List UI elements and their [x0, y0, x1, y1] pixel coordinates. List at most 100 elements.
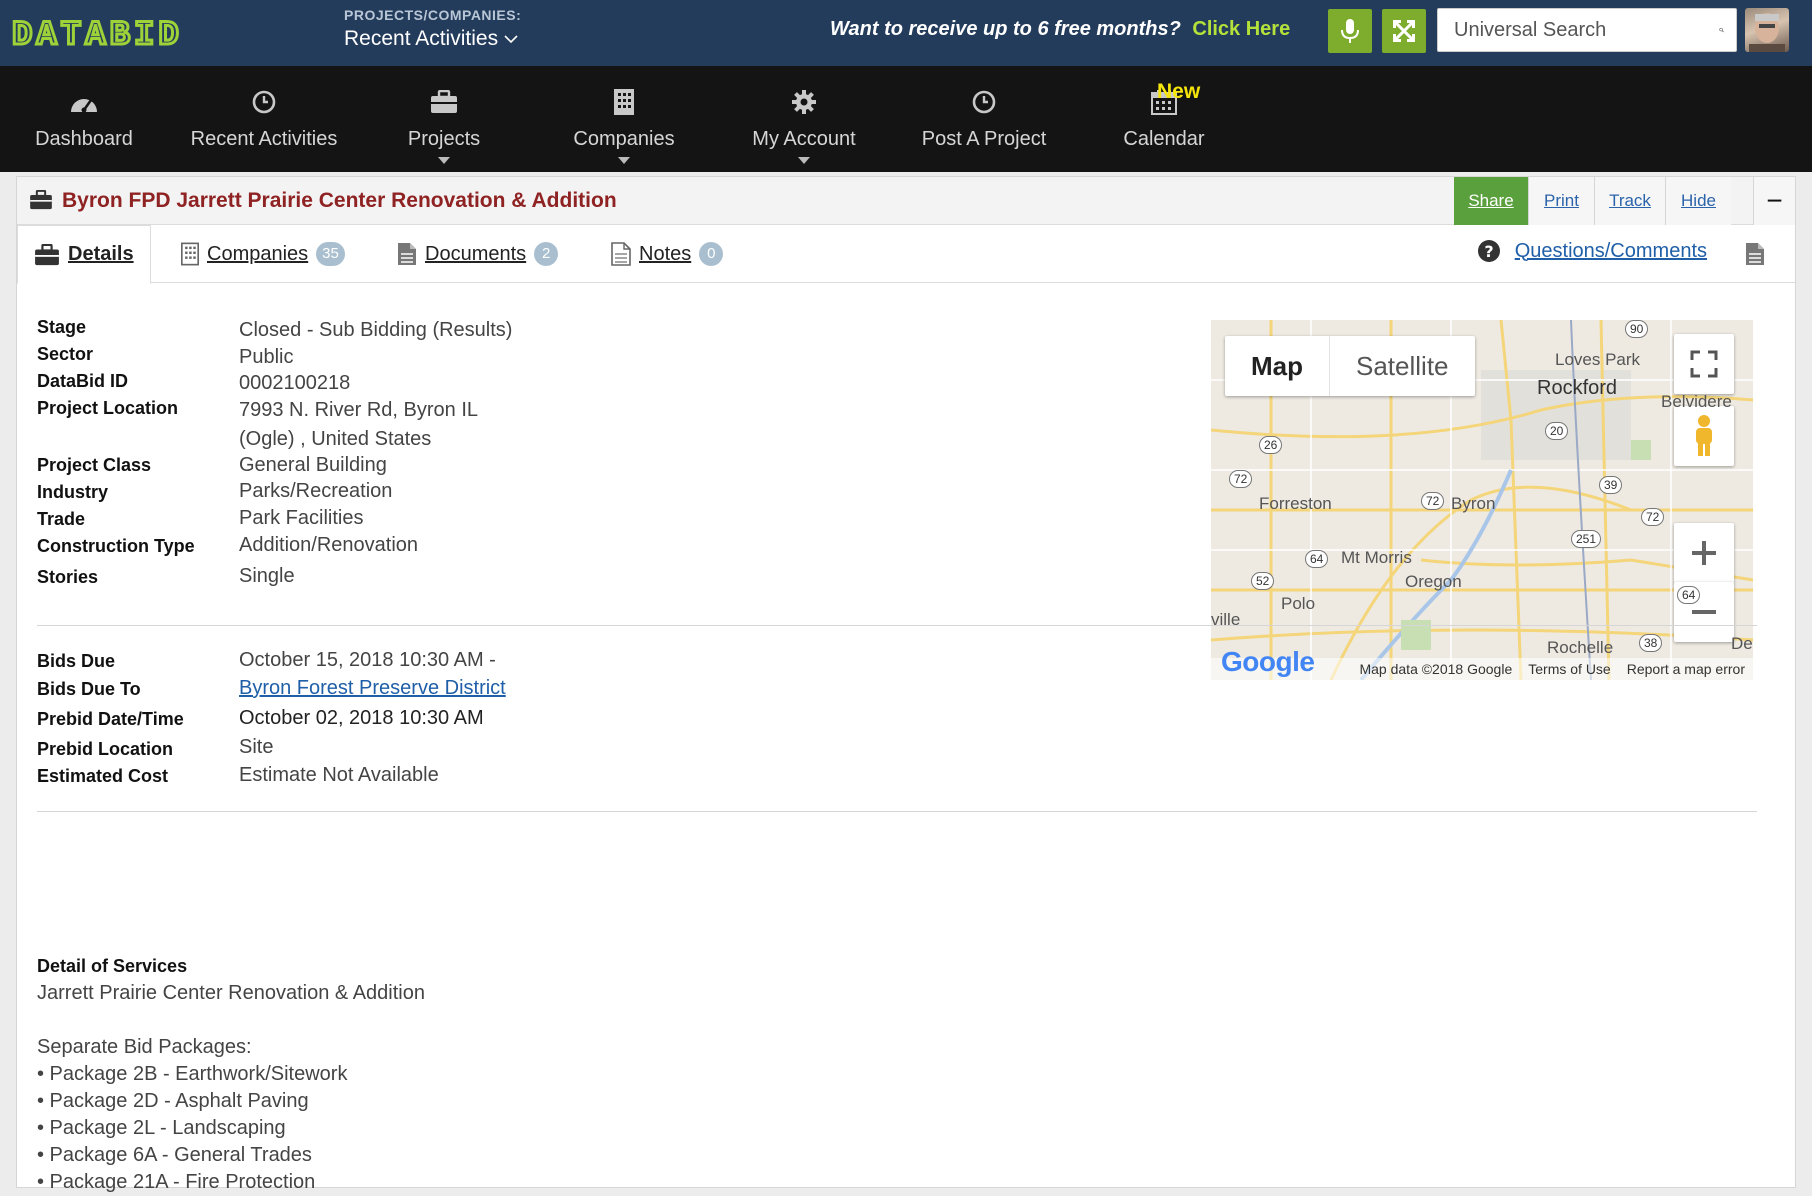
divider: [37, 625, 1757, 626]
universal-search-box[interactable]: [1437, 8, 1737, 52]
detail-value: 7993 N. River Rd, Byron IL: [239, 399, 478, 421]
map-place-label: Rockford: [1537, 377, 1618, 399]
clock-icon: [252, 90, 276, 114]
tab-companies[interactable]: Companies 35: [181, 225, 345, 283]
minimize-button[interactable]: −: [1753, 177, 1795, 225]
briefcase-icon: [35, 243, 59, 265]
map-data-attribution: Map data ©2018 Google: [1359, 661, 1513, 677]
briefcase-icon: [431, 90, 457, 113]
detail-value-line2: (Ogle) , United States: [239, 428, 432, 450]
map-place-label: Forreston: [1259, 494, 1332, 513]
detail-value: General Building: [239, 454, 387, 476]
detail-key: Project Class: [37, 455, 152, 475]
export-document-icon[interactable]: [1745, 241, 1765, 267]
nav-label: Projects: [407, 128, 481, 150]
detail-key: Bids Due To: [37, 679, 141, 699]
databid-logo[interactable]: DATABID: [12, 14, 274, 49]
panel-header: Byron FPD Jarrett Prairie Center Renovat…: [17, 177, 1795, 225]
gear-icon: [792, 90, 816, 114]
nav-my-account[interactable]: My Account: [714, 66, 894, 172]
selector-value: Recent Activities: [344, 27, 499, 50]
route-shield: 20: [1545, 422, 1569, 440]
detail-key: Trade: [37, 509, 86, 529]
questions-comments-link[interactable]: Questions/Comments: [1515, 240, 1707, 263]
detail-key: Prebid Location: [37, 739, 174, 759]
route-shield: 90: [1625, 320, 1649, 338]
track-button[interactable]: Track: [1594, 177, 1665, 225]
map-place-label: Loves Park: [1555, 350, 1641, 369]
questions-comments[interactable]: ? Questions/Comments: [1477, 239, 1707, 263]
plus-icon: [1692, 541, 1716, 565]
nav-dashboard[interactable]: Dashboard: [0, 66, 174, 172]
clock-icon: [972, 90, 996, 114]
nav-label: My Account: [752, 128, 856, 150]
map-terms-link[interactable]: Terms of Use: [1528, 661, 1610, 677]
street-view-pegman-button[interactable]: [1674, 406, 1734, 466]
map-place-label: DeK: [1731, 634, 1753, 653]
bids-due-to-link[interactable]: Byron Forest Preserve District: [239, 677, 506, 700]
google-logo[interactable]: Google: [1221, 646, 1315, 678]
print-button[interactable]: Print: [1528, 177, 1594, 225]
detail-key: Construction Type: [37, 536, 195, 556]
map-place-label: Rochelle: [1547, 638, 1614, 657]
map-type-control: Map Satellite: [1225, 336, 1475, 396]
caret-down-icon: [438, 157, 450, 164]
document-icon: [398, 243, 416, 265]
hide-button[interactable]: Hide: [1665, 177, 1731, 225]
detail-key: Industry: [37, 482, 109, 502]
map-type-satellite-button[interactable]: Satellite: [1329, 336, 1475, 396]
map-zoom-in-button[interactable]: [1674, 523, 1734, 583]
nav-label: Post A Project: [921, 128, 1047, 150]
promo-click-here-link[interactable]: Click Here: [1192, 18, 1290, 40]
detail-key: Stories: [37, 567, 99, 587]
tab-details[interactable]: Details: [17, 225, 151, 284]
detail-value: Public: [239, 346, 294, 368]
nav-recent-activities[interactable]: Recent Activities: [174, 66, 354, 172]
tab-notes[interactable]: Notes 0: [611, 225, 724, 283]
nav-projects[interactable]: Projects: [354, 66, 534, 172]
route-shield: 251: [1571, 530, 1602, 548]
package-item: • Package 2L - Landscaping: [37, 1117, 286, 1139]
route-shield: 64: [1677, 586, 1701, 604]
map-fullscreen-button[interactable]: [1674, 334, 1734, 394]
fullscreen-toggle-button[interactable]: [1382, 9, 1426, 53]
count-badge: 35: [316, 242, 345, 266]
tab-documents[interactable]: Documents 2: [397, 225, 559, 283]
question-circle-icon: ?: [1477, 240, 1500, 262]
tab-label: Companies: [207, 242, 309, 265]
map-type-map-button[interactable]: Map: [1225, 336, 1329, 396]
project-location-map[interactable]: Map Satellite Loves Park Rockford Belvid…: [1211, 320, 1753, 680]
search-icon[interactable]: [1719, 18, 1724, 42]
google-logo-text: Google: [1221, 646, 1315, 677]
detail-value: Closed - Sub Bidding (Results): [239, 319, 513, 341]
detail-key: Estimated Cost: [37, 766, 169, 786]
promo-banner: Want to receive up to 6 free months? Cli…: [830, 18, 1290, 41]
detail-key: Sector: [37, 344, 94, 364]
share-button[interactable]: Share: [1454, 177, 1528, 225]
project-selector[interactable]: PROJECTS/COMPANIES: Recent Activities: [344, 7, 521, 51]
svg-text:DATABID: DATABID: [12, 17, 183, 48]
route-shield: 39: [1599, 476, 1623, 494]
nav-label: Calendar: [1123, 128, 1205, 150]
building-icon: [614, 89, 634, 115]
calendar-new-badge: New: [1157, 80, 1201, 103]
user-avatar[interactable]: [1745, 8, 1789, 52]
briefcase-icon: [30, 190, 52, 210]
caret-down-icon: [798, 157, 810, 164]
map-place-label: Belvidere: [1661, 392, 1732, 411]
nav-companies[interactable]: Companies: [534, 66, 714, 172]
map-report-error-link[interactable]: Report a map error: [1627, 661, 1745, 677]
caret-down-icon: [618, 157, 630, 164]
chevron-down-icon: [504, 35, 518, 44]
nav-label: Dashboard: [35, 128, 133, 150]
search-input[interactable]: [1454, 18, 1719, 42]
package-item: • Package 2D - Asphalt Paving: [37, 1090, 309, 1112]
nav-post-a-project[interactable]: Post A Project: [894, 66, 1074, 172]
route-shield: 72: [1641, 508, 1665, 526]
detail-key: DataBid ID: [37, 371, 129, 391]
count-badge: 0: [699, 242, 724, 266]
packages-heading: Separate Bid Packages:: [37, 1036, 252, 1058]
map-place-label: ville: [1211, 610, 1241, 629]
voice-search-button[interactable]: [1328, 9, 1372, 53]
building-icon: [181, 242, 199, 266]
